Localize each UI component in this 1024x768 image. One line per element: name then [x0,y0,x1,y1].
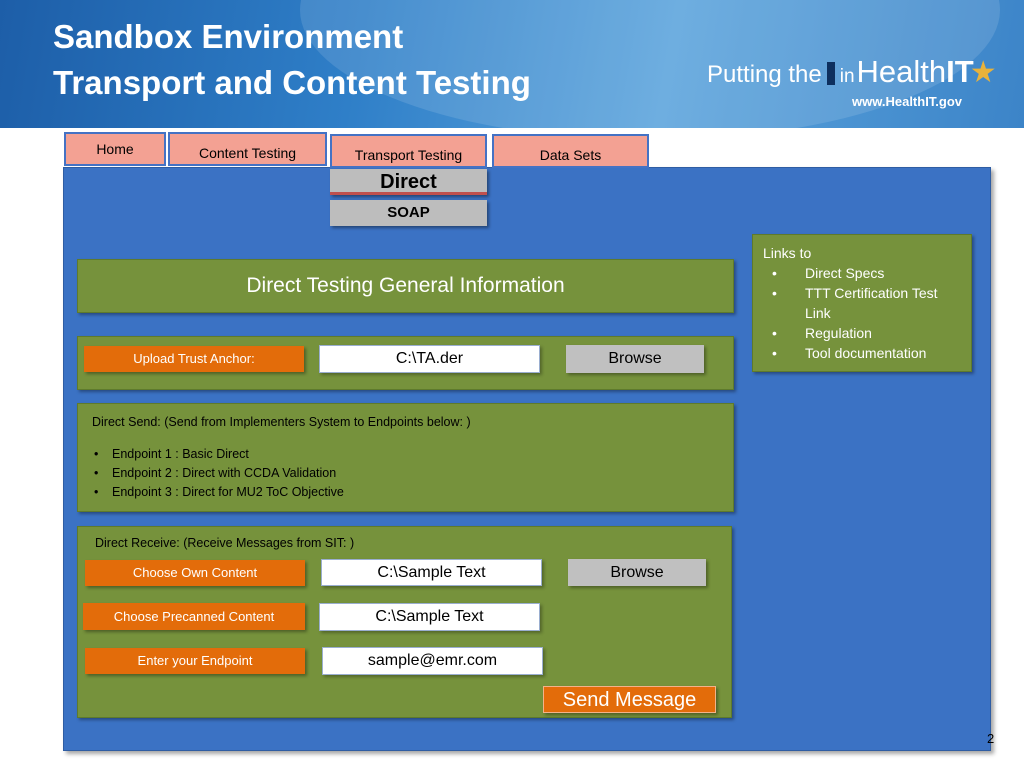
tab-home-label: Home [96,141,134,157]
page-number: 2 [987,731,995,746]
endpoint-item-label: Endpoint 1 : Basic Direct [112,447,249,461]
bullet-icon: • [94,485,99,499]
header-banner: Sandbox Environment Transport and Conten… [0,0,1024,128]
trust-anchor-field[interactable]: C:\TA.der [319,345,540,373]
endpoint-list: • Endpoint 1 : Basic Direct • Endpoint 2 :… [92,445,733,502]
link-ttt-certification-label: TTT Certification Test Link [805,285,938,321]
receive-browse-button[interactable]: Browse [568,559,706,586]
endpoint-item-label: Endpoint 2 : Direct with CCDA Validation [112,466,337,480]
enter-endpoint-label: Enter your Endpoint [85,648,305,674]
endpoint-item: • Endpoint 3 : Direct for MU2 ToC Objecti… [92,483,733,502]
direct-send-heading: Direct Send: (Send from Implementers Sys… [92,415,471,429]
choose-own-content-button[interactable]: Choose Own Content [85,560,305,586]
trust-anchor-browse-button[interactable]: Browse [566,345,704,373]
link-regulation-label: Regulation [805,325,872,341]
link-tool-documentation-label: Tool documentation [805,345,927,361]
precanned-content-field[interactable]: C:\Sample Text [319,603,540,631]
healthit-logo: Putting the inHealthIT★ [707,54,997,90]
logo-health-text: Health [856,54,947,89]
logo-url: www.HealthIT.gov [852,94,963,109]
send-message-button[interactable]: Send Message [543,686,716,713]
tab-data-sets-label: Data Sets [539,147,602,163]
bullet-icon: • [94,466,99,480]
direct-receive-heading: Direct Receive: (Receive Messages from S… [95,536,355,550]
logo-star-icon: ★ [969,56,997,89]
tab-data-sets[interactable]: Data Sets [492,134,649,168]
tab-home[interactable]: Home [64,132,166,166]
bullet-icon: • [772,265,777,281]
submenu-direct[interactable]: Direct [330,169,487,195]
bullet-icon: • [772,285,777,301]
bullet-icon: • [94,447,99,461]
page-title-line1: Sandbox Environment [53,18,404,55]
upload-trust-anchor-label: Upload Trust Anchor: [84,346,304,372]
endpoint-item: • Endpoint 1 : Basic Direct [92,445,733,464]
general-info-box[interactable]: Direct Testing General Information [77,259,734,313]
links-list: • Direct Specs • TTT Certification Test Li… [763,263,961,363]
own-content-field[interactable]: C:\Sample Text [321,559,542,586]
link-regulation[interactable]: • Regulation [763,323,961,343]
direct-send-box: Direct Send: (Send from Implementers Sys… [77,403,734,512]
links-heading: Links to [763,245,812,261]
tab-transport-testing[interactable]: Transport Testing [330,134,487,168]
page-title-line2: Transport and Content Testing [53,64,531,101]
bullet-icon: • [772,345,777,361]
submenu-soap[interactable]: SOAP [330,200,487,226]
tab-content-testing-label: Content Testing [198,145,297,161]
logo-putting-text: Putting the [707,61,822,88]
link-tool-documentation[interactable]: • Tool documentation [763,343,961,363]
links-panel: Links to • Direct Specs • TTT Certificatio… [752,234,972,372]
bullet-icon: • [772,325,777,341]
endpoint-item-label: Endpoint 3 : Direct for MU2 ToC Objectiv… [112,485,344,499]
endpoint-field[interactable]: sample@emr.com [322,647,543,675]
tab-content-testing[interactable]: Content Testing [168,132,327,166]
choose-precanned-content-button[interactable]: Choose Precanned Content [83,603,305,630]
endpoint-item: • Endpoint 2 : Direct with CCDA Validatio… [92,464,733,483]
link-ttt-certification[interactable]: • TTT Certification Test Link [763,283,961,323]
logo-in-text: in [839,66,855,87]
general-info-title: Direct Testing General Information [246,274,565,297]
link-direct-specs[interactable]: • Direct Specs [763,263,961,283]
link-direct-specs-label: Direct Specs [805,265,885,281]
logo-i-bar-icon [826,62,835,85]
